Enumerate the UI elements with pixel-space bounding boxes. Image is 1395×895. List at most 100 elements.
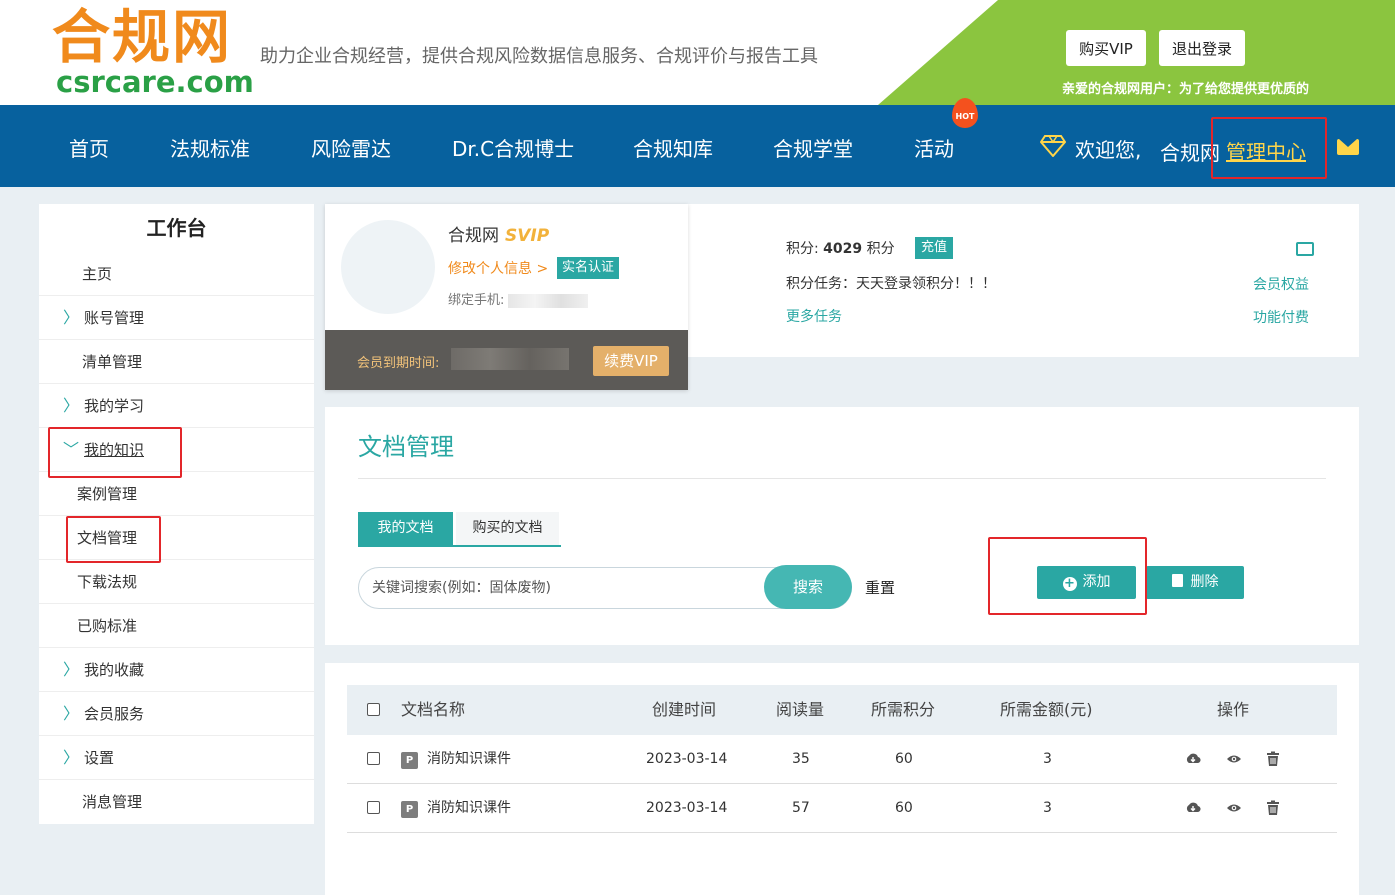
cell-doc-name[interactable]: 消防知识课件 <box>427 784 511 833</box>
sidebar-item-label: 会员服务 <box>84 705 145 723</box>
search-button[interactable]: 搜索 <box>764 565 852 609</box>
member-benefits-link[interactable]: 会员权益 <box>1253 274 1309 294</box>
document-management-panel: 文档管理 我的文档 购买的文档 搜索 重置 + 添加 删除 <box>325 407 1359 645</box>
points-label: 积分: <box>786 241 819 257</box>
verified-badge: 实名认证 <box>557 257 620 279</box>
reset-button[interactable]: 重置 <box>865 577 895 598</box>
nav-item-drc[interactable]: Dr.C合规博士 <box>452 133 574 162</box>
sidebar-item-label: 已购标准 <box>77 617 138 635</box>
site-slogan: 助力企业合规经营，提供合规风险数据信息服务、合规评价与报告工具 <box>260 46 818 67</box>
sidebar-item-label: 设置 <box>84 749 115 767</box>
tab-purchased-documents[interactable]: 购买的文档 <box>456 512 559 545</box>
sidebar-item-my-knowledge[interactable]: ﹀ 我的知识 <box>39 428 314 472</box>
site-logo[interactable]: 合规网 csrcare.com <box>52 3 254 98</box>
trash-icon <box>1171 574 1183 587</box>
welcome-username: 合规网 <box>1160 141 1220 165</box>
sidebar-item-label: 消息管理 <box>82 793 143 811</box>
hot-badge: HOT <box>952 98 978 132</box>
sidebar-item-favorites[interactable]: 〉 我的收藏 <box>39 648 314 692</box>
sidebar-item-label: 案例管理 <box>77 485 138 503</box>
sidebar-item-label: 我的知识 <box>84 441 145 459</box>
sidebar-item-label: 主页 <box>82 265 113 283</box>
profile-name: 合规网 SVIP <box>448 221 549 246</box>
chevron-right-icon: 〉 <box>63 660 80 679</box>
header-required-points: 所需积分 <box>871 700 936 719</box>
nav-item-regulations[interactable]: 法规标准 <box>170 133 250 162</box>
points-unit: 积分 <box>866 241 895 257</box>
ppt-file-icon: P <box>401 752 418 769</box>
sidebar-item-downloads[interactable]: 下载法规 <box>39 560 314 604</box>
points-summary: 积分: 4029 积分 <box>786 238 895 258</box>
sidebar-item-member-service[interactable]: 〉 会员服务 <box>39 692 314 736</box>
sidebar-item-lists[interactable]: 清单管理 <box>39 340 314 384</box>
table-row: P 消防知识课件 2023-03-14 57 60 3 <box>347 784 1337 833</box>
nav-item-home[interactable]: 首页 <box>69 133 109 162</box>
message-icon[interactable] <box>1296 242 1314 256</box>
cell-views: 35 <box>792 751 810 767</box>
sidebar-item-learning[interactable]: 〉 我的学习 <box>39 384 314 428</box>
sidebar-item-messages[interactable]: 消息管理 <box>39 780 314 824</box>
cell-created-time: 2023-03-14 <box>646 751 728 767</box>
page-title: 文档管理 <box>358 433 454 461</box>
tab-my-documents[interactable]: 我的文档 <box>358 512 453 545</box>
sidebar: 工作台 主页 〉 账号管理 清单管理 〉 我的学习 ﹀ 我的知识 案例管理 文档… <box>39 204 314 824</box>
trash-icon[interactable] <box>1265 751 1281 767</box>
sidebar-item-label: 清单管理 <box>82 353 143 371</box>
site-header: 合规网 csrcare.com 助力企业合规经营，提供合规风险数据信息服务、合规… <box>0 0 1395 105</box>
management-center-link[interactable]: 管理中心 <box>1226 136 1306 165</box>
nav-item-risk-radar[interactable]: 风险雷达 <box>311 133 391 162</box>
sidebar-title: 工作台 <box>146 216 207 240</box>
phone-label: 绑定手机: <box>448 293 505 308</box>
sidebar-item-home[interactable]: 主页 <box>39 252 314 296</box>
points-task-text: 积分任务：天天登录领积分！！！ <box>786 276 996 292</box>
view-icon[interactable] <box>1226 751 1242 767</box>
points-panel: 积分: 4029 积分 充值 积分任务：天天登录领积分！！！ 更多任务 会员权益… <box>688 204 1359 357</box>
welcome-text: 欢迎您, <box>1075 138 1142 162</box>
trash-icon[interactable] <box>1265 800 1281 816</box>
expire-label: 会员到期时间: <box>357 356 440 371</box>
download-icon[interactable] <box>1185 751 1201 767</box>
recharge-button[interactable]: 充值 <box>915 237 954 259</box>
nav-item-knowledge[interactable]: 合规知库 <box>633 133 713 162</box>
sidebar-item-label: 账号管理 <box>84 309 145 327</box>
sidebar-item-label: 文档管理 <box>77 529 138 547</box>
cell-required-points: 60 <box>895 800 913 816</box>
delete-documents-button[interactable]: 删除 <box>1146 566 1244 599</box>
table-header: 文档名称 创建时间 阅读量 所需积分 所需金额(元) 操作 <box>347 685 1337 735</box>
edit-profile-link[interactable]: 修改个人信息 > <box>448 258 548 278</box>
logout-button[interactable]: 退出登录 <box>1159 30 1245 66</box>
row-checkbox[interactable] <box>367 801 380 814</box>
hot-badge-text: HOT <box>955 112 975 121</box>
search-input[interactable] <box>359 568 759 608</box>
renew-vip-button[interactable]: 续费VIP <box>593 346 669 376</box>
row-checkbox[interactable] <box>367 752 380 765</box>
sidebar-item-cases[interactable]: 案例管理 <box>39 472 314 516</box>
delete-label: 删除 <box>1190 574 1219 590</box>
paid-features-link[interactable]: 功能付费 <box>1253 307 1309 327</box>
chevron-right-icon: 〉 <box>63 308 80 327</box>
sidebar-item-account[interactable]: 〉 账号管理 <box>39 296 314 340</box>
add-document-button[interactable]: + 添加 <box>1037 566 1136 599</box>
main-nav: 首页 法规标准 风险雷达 Dr.C合规博士 合规知库 合规学堂 活动 欢迎您, … <box>0 105 1395 187</box>
nav-item-academy[interactable]: 合规学堂 <box>773 133 853 162</box>
download-icon[interactable] <box>1185 800 1201 816</box>
sidebar-item-documents[interactable]: 文档管理 <box>39 516 314 560</box>
sidebar-item-purchased-standards[interactable]: 已购标准 <box>39 604 314 648</box>
expire-value-redacted <box>451 348 569 370</box>
nav-item-activity[interactable]: 活动 <box>914 133 954 162</box>
header-doc-name: 文档名称 <box>401 700 466 719</box>
logo-cn-text: 合规网 <box>52 3 233 71</box>
more-tasks-link[interactable]: 更多任务 <box>786 306 842 326</box>
header-actions: 操作 <box>1217 700 1250 719</box>
cell-required-amount: 3 <box>1043 751 1052 767</box>
avatar[interactable] <box>341 220 435 314</box>
ppt-file-icon: P <box>401 801 418 818</box>
sidebar-item-label: 我的学习 <box>84 397 145 415</box>
buy-vip-button[interactable]: 购买VIP <box>1066 30 1146 66</box>
notice-marquee: 亲爱的合规网用户：为了给您提供更优质的 <box>1062 82 1310 97</box>
cell-doc-name[interactable]: 消防知识课件 <box>427 735 511 784</box>
view-icon[interactable] <box>1226 800 1242 816</box>
sidebar-item-settings[interactable]: 〉 设置 <box>39 736 314 780</box>
select-all-checkbox[interactable] <box>367 703 380 716</box>
mail-icon[interactable] <box>1337 139 1359 155</box>
